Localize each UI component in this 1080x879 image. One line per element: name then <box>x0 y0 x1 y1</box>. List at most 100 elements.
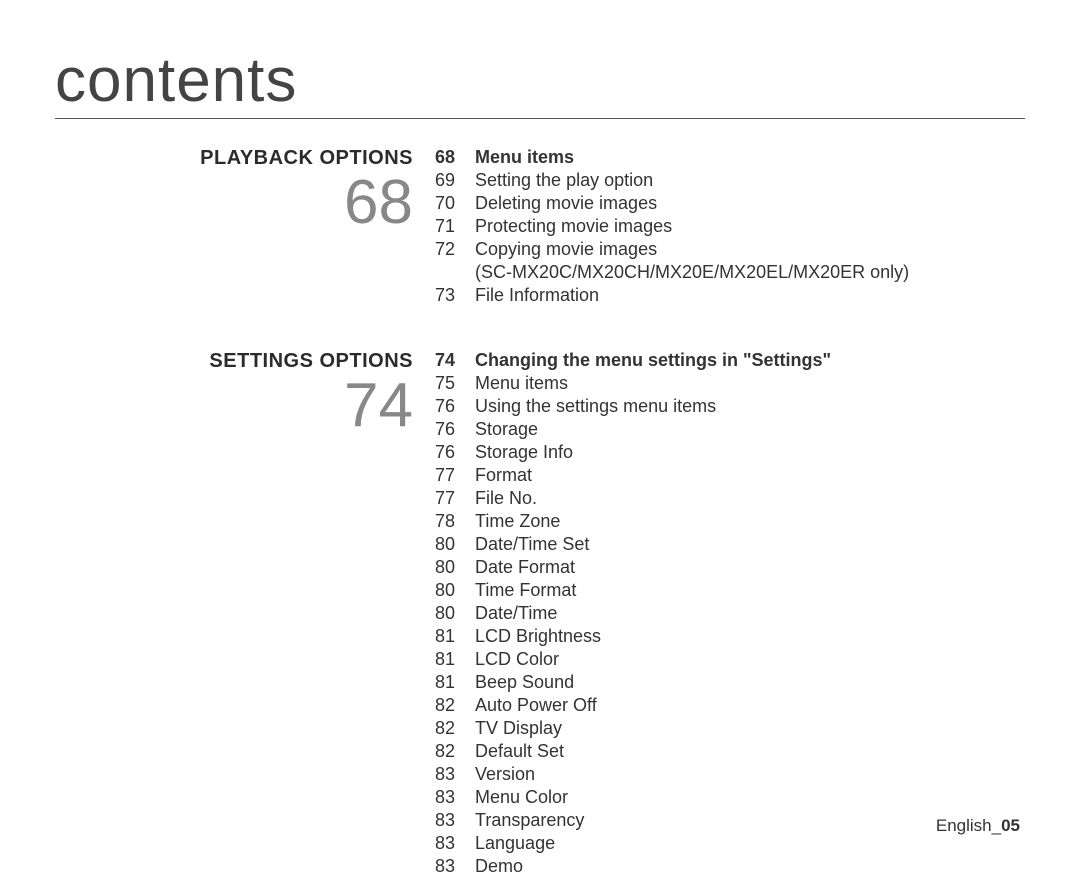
toc-entry-page: 69 <box>435 170 475 191</box>
toc-entry-text: Beep Sound <box>475 672 574 693</box>
section-header: PLAYBACK OPTIONS 68 <box>55 147 435 308</box>
toc-entry-text: Changing the menu settings in "Settings" <box>475 350 831 371</box>
toc-entry: 71Protecting movie images <box>435 216 1025 237</box>
toc-entry-page: 68 <box>435 147 475 168</box>
footer-label: English_ <box>936 816 1001 835</box>
toc-entry-text: Date/Time Set <box>475 534 589 555</box>
section-entries: 68Menu items69Setting the play option70D… <box>435 147 1025 308</box>
toc-entry-text: Date/Time <box>475 603 557 624</box>
toc-entry: 76Storage Info <box>435 442 1025 463</box>
toc-entry-page: 82 <box>435 718 475 739</box>
toc-entry-page: 74 <box>435 350 475 371</box>
toc-entry: 82TV Display <box>435 718 1025 739</box>
footer-page-number: 05 <box>1001 816 1020 835</box>
toc-entry-text: Storage Info <box>475 442 573 463</box>
toc-entry: 74Changing the menu settings in "Setting… <box>435 350 1025 371</box>
toc-entry-text: Using the settings menu items <box>475 396 716 417</box>
toc-entry: 76Using the settings menu items <box>435 396 1025 417</box>
toc-entry-text: Setting the play option <box>475 170 653 191</box>
toc-entry-text: Protecting movie images <box>475 216 672 237</box>
toc-entry-page: 82 <box>435 741 475 762</box>
toc-entry-text: Auto Power Off <box>475 695 597 716</box>
toc-entry-text: Format <box>475 465 532 486</box>
toc-entry: 82Auto Power Off <box>435 695 1025 716</box>
toc-entry: 80Date/Time <box>435 603 1025 624</box>
section-title: PLAYBACK OPTIONS <box>55 147 413 170</box>
toc-entry: 76Storage <box>435 419 1025 440</box>
toc-section-settings: SETTINGS OPTIONS 74 74Changing the menu … <box>55 350 1025 879</box>
toc-entry-page: 77 <box>435 488 475 509</box>
toc-entry: 81LCD Color <box>435 649 1025 670</box>
toc-entry: 75Menu items <box>435 373 1025 394</box>
toc-entry-text: TV Display <box>475 718 562 739</box>
toc-entry: 80Date Format <box>435 557 1025 578</box>
section-page-number: 68 <box>55 172 413 234</box>
toc-entry-page: 78 <box>435 511 475 532</box>
toc-entry: 83Language <box>435 833 1025 854</box>
toc-entry-page: 76 <box>435 419 475 440</box>
toc-entry-page: 81 <box>435 672 475 693</box>
page-footer: English_05 <box>936 816 1020 836</box>
toc-section-playback: PLAYBACK OPTIONS 68 68Menu items69Settin… <box>55 147 1025 308</box>
toc-entry: 72Copying movie images <box>435 239 1025 260</box>
toc-entry-text: Transparency <box>475 810 584 831</box>
toc-entry-text: Deleting movie images <box>475 193 657 214</box>
toc-entry: 77File No. <box>435 488 1025 509</box>
section-header: SETTINGS OPTIONS 74 <box>55 350 435 879</box>
toc-entry-text: Storage <box>475 419 538 440</box>
toc-entry-page: 83 <box>435 787 475 808</box>
toc-entry: 73File Information <box>435 285 1025 306</box>
page-title: contents <box>55 45 1025 119</box>
toc-entry-page: 77 <box>435 465 475 486</box>
toc-entry: 83Version <box>435 764 1025 785</box>
toc-entry-page: 72 <box>435 239 475 260</box>
toc-entry: 83Menu Color <box>435 787 1025 808</box>
toc-entry-text: Menu items <box>475 373 568 394</box>
toc-entry-page: 76 <box>435 396 475 417</box>
toc-entry-text: LCD Brightness <box>475 626 601 647</box>
toc-entry: 83Demo <box>435 856 1025 877</box>
toc-entry-page: 81 <box>435 649 475 670</box>
toc-entry: 77Format <box>435 465 1025 486</box>
toc-entry-page: 71 <box>435 216 475 237</box>
toc-entry-page: 83 <box>435 856 475 877</box>
toc-entry-page: 80 <box>435 557 475 578</box>
toc-entry-text: Date Format <box>475 557 575 578</box>
toc-entry-page: 80 <box>435 580 475 601</box>
toc-entry: 81Beep Sound <box>435 672 1025 693</box>
toc-entry-page: 83 <box>435 764 475 785</box>
toc-entry-text: Demo <box>475 856 523 877</box>
toc-entry-page: 75 <box>435 373 475 394</box>
toc-content: PLAYBACK OPTIONS 68 68Menu items69Settin… <box>55 147 1025 879</box>
toc-entry-text: Time Format <box>475 580 576 601</box>
toc-entry-page: 73 <box>435 285 475 306</box>
toc-entry-text: Menu items <box>475 147 574 168</box>
toc-entry-text: File Information <box>475 285 599 306</box>
toc-entry-page: 70 <box>435 193 475 214</box>
toc-entry-text: Version <box>475 764 535 785</box>
toc-entry-page: 76 <box>435 442 475 463</box>
toc-entry-text: Copying movie images <box>475 239 657 260</box>
section-entries: 74Changing the menu settings in "Setting… <box>435 350 1025 879</box>
toc-entry-text: Time Zone <box>475 511 560 532</box>
toc-entry-page: 81 <box>435 626 475 647</box>
toc-entry-page: 80 <box>435 603 475 624</box>
toc-entry-text: Default Set <box>475 741 564 762</box>
toc-entry: 80Date/Time Set <box>435 534 1025 555</box>
toc-entry: 70Deleting movie images <box>435 193 1025 214</box>
toc-entry: 68Menu items <box>435 147 1025 168</box>
toc-entry: 81LCD Brightness <box>435 626 1025 647</box>
toc-entry: 69Setting the play option <box>435 170 1025 191</box>
toc-entry-page: 82 <box>435 695 475 716</box>
toc-entry-text: Language <box>475 833 555 854</box>
toc-entry-page: 80 <box>435 534 475 555</box>
toc-entry-text: File No. <box>475 488 537 509</box>
toc-entry: 78Time Zone <box>435 511 1025 532</box>
toc-entry-page: 83 <box>435 810 475 831</box>
toc-entry-note: (SC-MX20C/MX20CH/MX20E/MX20EL/MX20ER onl… <box>475 262 1025 283</box>
toc-entry: 80Time Format <box>435 580 1025 601</box>
toc-entry: 82Default Set <box>435 741 1025 762</box>
section-page-number: 74 <box>55 375 413 437</box>
toc-entry-text: Menu Color <box>475 787 568 808</box>
toc-entry-page: 83 <box>435 833 475 854</box>
